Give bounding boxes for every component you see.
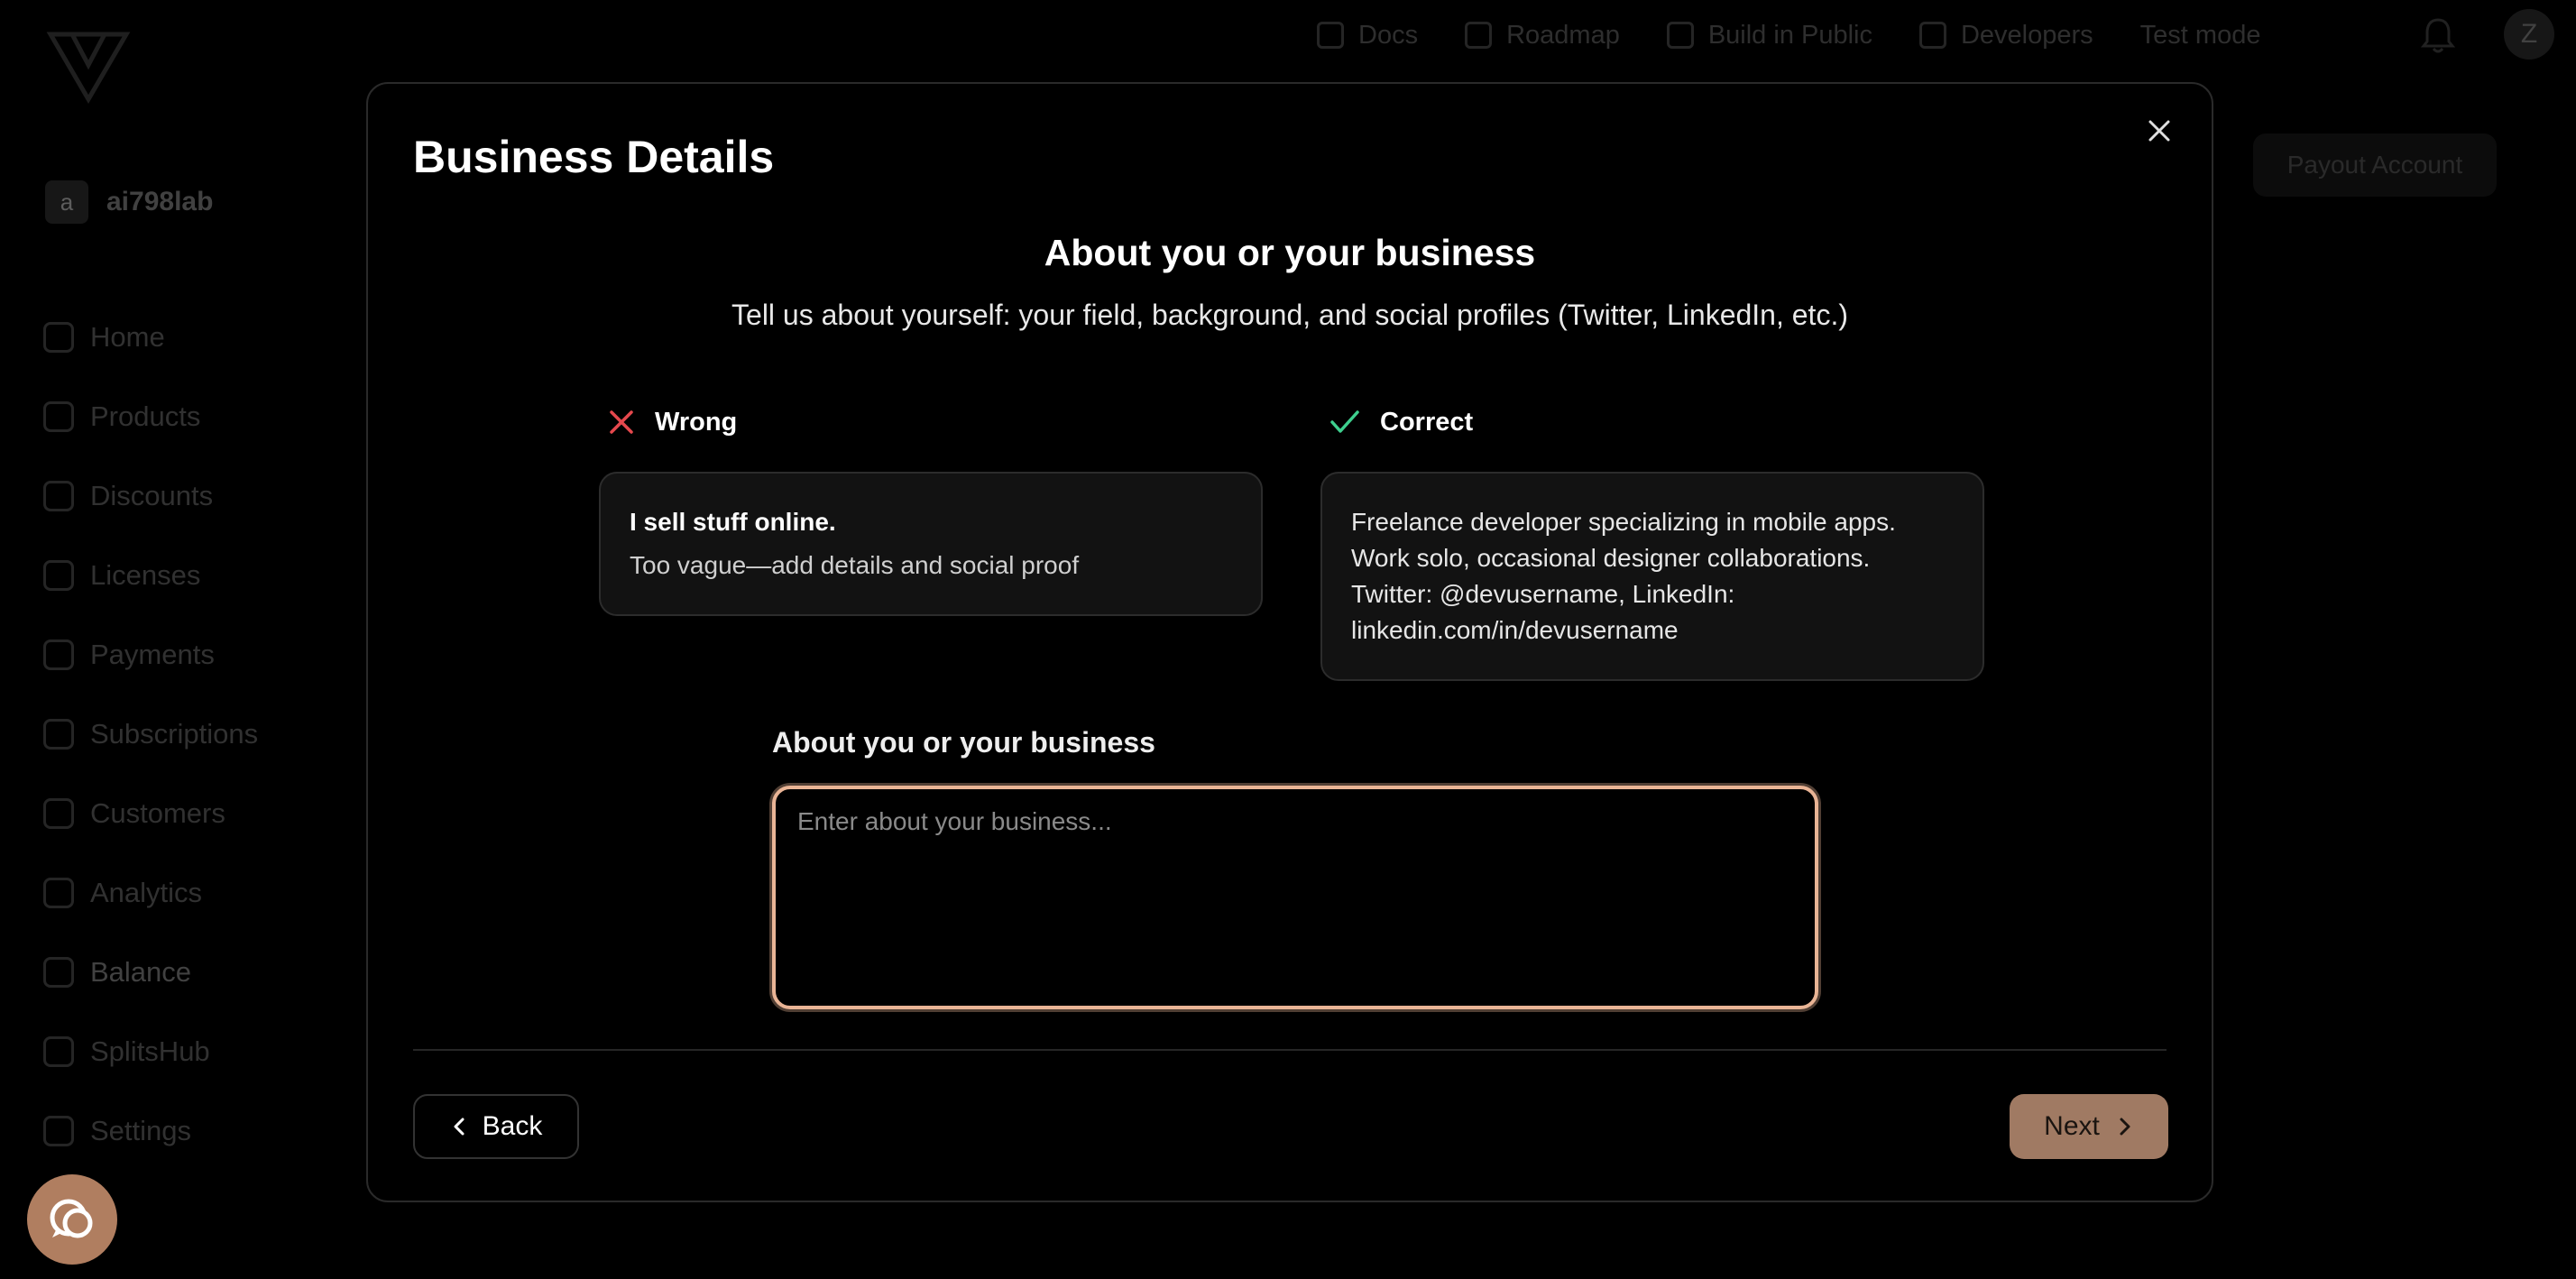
correct-example-line: Work solo, occasional designer collabora…	[1351, 544, 1871, 572]
chat-support-button[interactable]	[27, 1174, 117, 1265]
section-subheading: Tell us about yourself: your field, back…	[731, 299, 1848, 331]
wrong-example-card: I sell stuff online. Too vague—add detai…	[599, 472, 1263, 616]
wrong-example-title: I sell stuff online.	[630, 508, 836, 536]
close-button[interactable]	[2139, 111, 2179, 151]
chevron-left-icon	[454, 1118, 465, 1136]
chat-icon	[50, 1199, 93, 1238]
business-description-input[interactable]	[772, 786, 1818, 1009]
section-heading: About you or your business	[1044, 232, 1536, 273]
business-field-label: About you or your business	[772, 726, 1155, 759]
close-icon	[2148, 120, 2170, 142]
correct-example-line: Freelance developer specializing in mobi…	[1351, 508, 1896, 536]
next-button[interactable]: Next	[2010, 1094, 2168, 1159]
correct-example: Correct Freelance developer specializing…	[1320, 400, 1984, 681]
correct-example-card: Freelance developer specializing in mobi…	[1320, 472, 1984, 681]
correct-example-line: linkedin.com/in/devusername	[1351, 616, 1679, 644]
check-icon	[1330, 410, 1359, 433]
correct-example-line: Twitter: @devusername, LinkedIn:	[1351, 580, 1735, 608]
correct-label-row: Correct	[1320, 400, 1984, 445]
wrong-example-note: Too vague—add details and social proof	[630, 551, 1080, 579]
wrong-label: Wrong	[655, 407, 738, 437]
back-button[interactable]: Back	[413, 1094, 579, 1159]
x-icon	[610, 410, 633, 434]
wrong-example: Wrong I sell stuff online. Too vague—add…	[599, 400, 1263, 616]
correct-label: Correct	[1380, 407, 1474, 437]
footer-divider	[413, 1049, 2167, 1051]
modal-title: Business Details	[413, 132, 775, 182]
business-details-modal: Business Details About you or your busin…	[366, 82, 2213, 1202]
next-button-label: Next	[2044, 1111, 2100, 1141]
back-button-label: Back	[482, 1111, 543, 1141]
chevron-right-icon	[2120, 1118, 2130, 1136]
wrong-label-row: Wrong	[599, 400, 1263, 445]
